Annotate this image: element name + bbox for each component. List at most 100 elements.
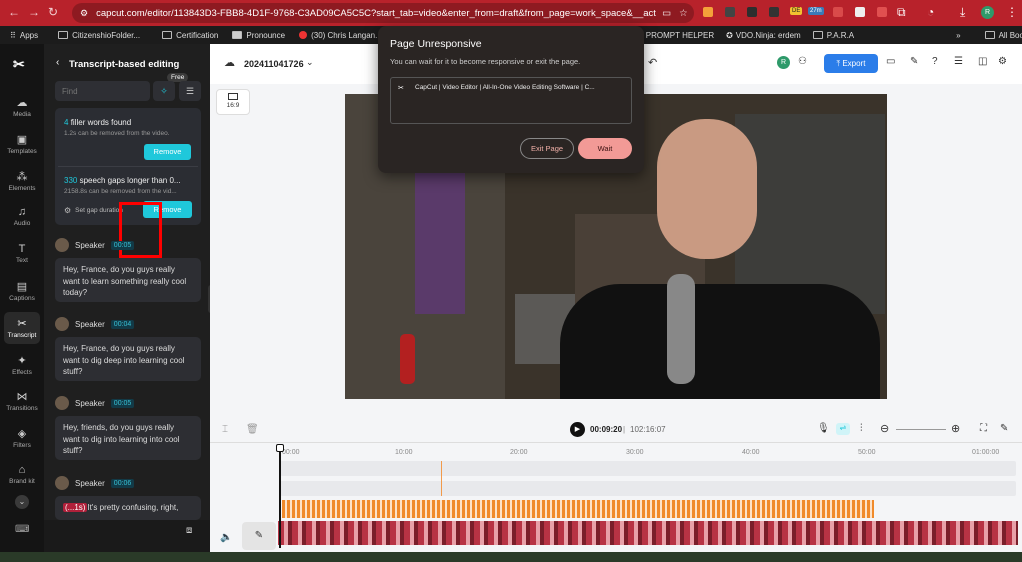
help-icon[interactable]: ?	[932, 56, 938, 67]
comment-timeline-icon[interactable]: ✎	[1000, 423, 1008, 434]
link-toggle-icon[interactable]: ⇌	[836, 423, 850, 435]
transcript-paragraph[interactable]: Hey, France, do you guys really want to …	[55, 258, 201, 302]
zoom-slider[interactable]	[896, 429, 946, 430]
monitor-icon[interactable]: ▭	[886, 56, 895, 67]
timestamp-badge: 00:05	[110, 240, 135, 250]
folder-icon	[812, 31, 823, 39]
nav-media[interactable]: ☁ Media	[0, 96, 44, 118]
extension-badge-timer[interactable]: 27m	[808, 7, 824, 15]
profile-avatar[interactable]: R	[981, 6, 994, 19]
nav-captions[interactable]: ▤ Captions	[0, 280, 44, 302]
nav-effects[interactable]: ✦ Effects	[0, 354, 44, 376]
nav-text[interactable]: T Text	[0, 243, 44, 264]
nav-more-chevron-icon[interactable]: ⌄	[15, 495, 29, 509]
share-users-icon[interactable]: ⚇	[798, 56, 807, 67]
split-tool-icon[interactable]: ⌶	[222, 424, 228, 435]
extension-icon-5[interactable]	[833, 7, 843, 17]
cover-edit-button[interactable]: ✎	[242, 522, 276, 550]
cast-icon[interactable]: ▭	[662, 8, 671, 19]
bookmark-vdo-ninja[interactable]: ✪ VDO.Ninja: erdem	[726, 31, 801, 40]
transcript-speaker-row[interactable]: Speaker 00:04	[55, 317, 135, 331]
bookmark-star-icon[interactable]: ☆	[679, 8, 688, 19]
browser-menu-icon[interactable]: ⋮	[1006, 5, 1018, 19]
extensions-puzzle-icon[interactable]: ⧉	[897, 5, 906, 20]
reload-icon[interactable]: ↻	[48, 5, 58, 19]
bookmark-para[interactable]: P.A.R.A	[812, 31, 854, 40]
transcript-paragraph[interactable]: (...1s) It's pretty confusing, right,	[55, 496, 201, 520]
ninja-icon: ✪	[726, 30, 733, 40]
back-icon[interactable]: ←	[8, 5, 20, 19]
fit-timeline-icon[interactable]: ⛶	[980, 423, 987, 434]
page-unresponsive-dialog: Page Unresponsive You can wait for it to…	[378, 26, 644, 173]
timeline-track-1[interactable]	[280, 461, 1016, 476]
bookmark-youtube[interactable]: (30) Chris Langan...	[299, 31, 382, 40]
nav-elements[interactable]: ⁂ Elements	[0, 170, 44, 192]
zoom-in-icon[interactable]: ⊕	[951, 422, 960, 435]
keyboard-icon[interactable]: ⌨	[15, 524, 29, 535]
subtitle-toggle-icon[interactable]: ⧈	[186, 525, 192, 536]
project-dropdown-icon[interactable]: ⌄	[306, 57, 314, 68]
transcript-speaker-row[interactable]: Speaker 00:05	[55, 396, 135, 410]
find-input[interactable]	[55, 81, 150, 101]
undo-icon[interactable]: ↶	[648, 56, 657, 69]
aspect-ratio-button[interactable]: 16:9	[216, 89, 250, 115]
bookmark-all[interactable]: All Bookmarks	[984, 31, 1022, 40]
capcut-logo-icon[interactable]: ✂	[13, 56, 25, 73]
nav-transcript[interactable]: ✂ Transcript	[0, 317, 44, 339]
transcript-speaker-row[interactable]: Speaker 00:06	[55, 476, 135, 490]
set-gap-duration-link[interactable]: ⚙ Set gap duration	[64, 206, 123, 215]
video-clip-track[interactable]	[278, 521, 1018, 545]
extension-icon-6[interactable]	[855, 7, 865, 17]
zoom-out-icon[interactable]: ⊖	[880, 422, 889, 435]
bookmark-certification[interactable]: Certification	[162, 31, 218, 40]
bookmarks-overflow-icon[interactable]: »	[956, 31, 960, 40]
timeline-track-2[interactable]	[280, 481, 1016, 496]
delete-icon[interactable]: 🗑	[246, 424, 259, 435]
bookmark-apps[interactable]: ⠿ Apps	[10, 31, 38, 40]
extension-icon-3[interactable]	[747, 7, 757, 17]
layout-icon[interactable]: ◫	[978, 56, 987, 67]
extension-icon-1[interactable]	[703, 7, 713, 17]
apps-grid-icon: ⠿	[10, 30, 16, 40]
page-icon	[232, 31, 243, 39]
split-screen-icon[interactable]: ⫶	[860, 423, 863, 434]
transcript-paragraph[interactable]: Hey, France, do you guys really want to …	[55, 337, 201, 381]
extension-icon-7[interactable]	[877, 7, 887, 17]
playhead-handle[interactable]	[276, 444, 284, 452]
nav-filters[interactable]: ◈ Filters	[0, 427, 44, 449]
nav-brand-kit[interactable]: ⌂ Brand kit	[0, 464, 44, 485]
address-bar[interactable]: ⚙ capcut.com/editor/113843D3-FBB8-4D1F-9…	[72, 3, 694, 23]
comments-icon[interactable]: ✎	[910, 56, 918, 67]
project-name[interactable]: 202411041726	[244, 59, 304, 69]
ai-sparkle-button[interactable]: ✧	[153, 81, 175, 101]
shortcuts-icon[interactable]: ☰	[954, 56, 963, 67]
microphone-icon[interactable]: 🎙	[817, 423, 830, 434]
back-arrow-icon[interactable]: ‹	[56, 57, 59, 68]
audio-waveform-track[interactable]	[282, 500, 874, 518]
collaborator-avatar[interactable]: R	[777, 56, 790, 69]
filter-menu-button[interactable]: ☰	[179, 81, 201, 101]
audio-volume-icon[interactable]: 🔈	[220, 532, 232, 543]
wait-button[interactable]: Wait	[578, 138, 632, 159]
nav-transitions[interactable]: ⋈ Transitions	[0, 390, 44, 412]
profile-sync-icon[interactable]: ◔	[927, 5, 934, 19]
export-button[interactable]: ⤒ Export	[824, 54, 878, 73]
playhead-line[interactable]	[279, 452, 281, 548]
remove-filler-button[interactable]: Remove	[144, 144, 191, 160]
transcript-speaker-row[interactable]: Speaker 00:05	[55, 238, 135, 252]
nav-templates[interactable]: ▣ Templates	[0, 133, 44, 155]
settings-icon[interactable]: ⚙	[998, 56, 1007, 67]
extension-icon-4[interactable]	[769, 7, 779, 17]
extension-icon-2[interactable]	[725, 7, 735, 17]
bookmark-prompt-helper[interactable]: PROMPT HELPER	[646, 31, 714, 40]
forward-icon[interactable]: →	[28, 5, 40, 19]
nav-audio[interactable]: ♫ Audio	[0, 206, 44, 227]
bookmark-citizenship[interactable]: CitizenshioFolder...	[58, 31, 140, 40]
extension-badge-de[interactable]: DE	[790, 7, 803, 15]
site-settings-icon[interactable]: ⚙	[80, 8, 88, 19]
download-icon[interactable]: ⤓	[960, 5, 965, 20]
bookmark-pronounce[interactable]: Pronounce	[232, 31, 285, 40]
exit-page-button[interactable]: Exit Page	[520, 138, 574, 159]
play-button[interactable]: ▶	[570, 422, 585, 437]
transcript-paragraph[interactable]: Hey, friends, do you guys really want to…	[55, 416, 201, 460]
